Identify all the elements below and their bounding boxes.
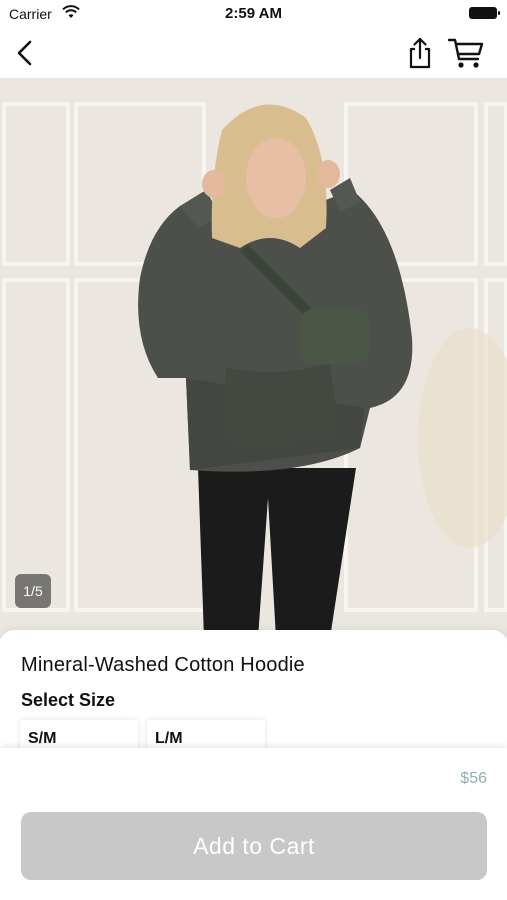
add-to-cart-button[interactable]: Add to Cart bbox=[21, 812, 487, 880]
image-counter: 1/5 bbox=[15, 574, 51, 608]
product-image[interactable] bbox=[0, 78, 507, 638]
size-option-l-m[interactable]: L/M bbox=[147, 720, 265, 748]
cart-icon[interactable] bbox=[447, 36, 485, 70]
price-label: $56 bbox=[460, 770, 487, 787]
size-heading: Select Size bbox=[21, 690, 116, 710]
status-time: 2:59 AM bbox=[225, 5, 282, 22]
product-info-sheet: Mineral-Washed Cotton Hoodie Select Size… bbox=[0, 630, 507, 748]
purchase-bar: $56 Add to Cart bbox=[0, 748, 507, 900]
share-icon[interactable] bbox=[404, 36, 436, 70]
battery-icon bbox=[469, 7, 500, 19]
size-option-s-m[interactable]: S/M bbox=[20, 720, 138, 748]
status-bar: Carrier 2:59 AM bbox=[0, 0, 507, 28]
product-title: Mineral-Washed Cotton Hoodie bbox=[21, 654, 305, 676]
product-photo bbox=[0, 78, 507, 638]
nav-bar bbox=[0, 28, 507, 78]
chevron-left-icon[interactable] bbox=[12, 38, 38, 68]
